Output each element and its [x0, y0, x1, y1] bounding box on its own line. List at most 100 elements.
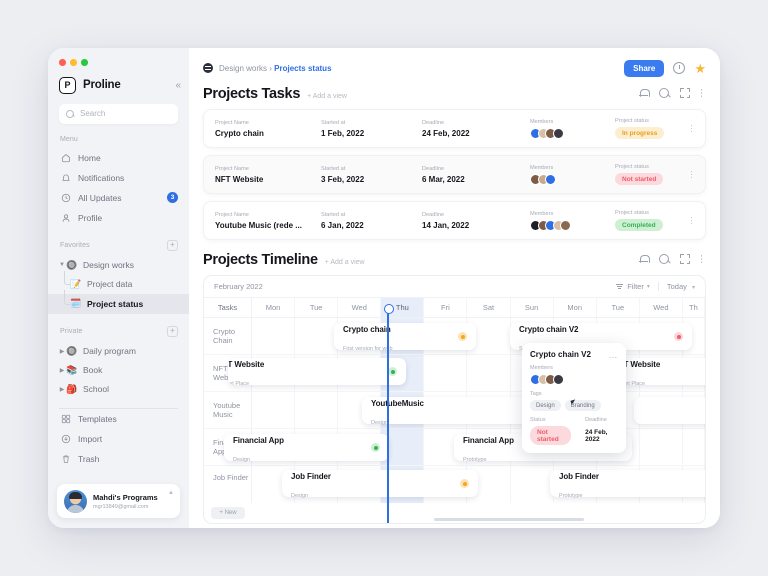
sidebar-item-profile[interactable]: Profile	[48, 208, 189, 228]
timeline-bar[interactable]: Job Finder Design	[282, 470, 478, 499]
member-avatars[interactable]	[530, 173, 615, 185]
templates-icon	[60, 413, 71, 424]
clock-icon[interactable]	[673, 62, 686, 74]
day-header[interactable]: Tue	[597, 298, 640, 317]
timeline-bar-title: Financial App	[233, 435, 284, 445]
table-row[interactable]: Project Name NFT Website Started at 3 Feb,…	[203, 155, 706, 194]
row-menu-icon[interactable]: …	[689, 216, 699, 225]
popover-status-label: Status	[530, 417, 546, 423]
sidebar-item-trash[interactable]: Trash	[48, 449, 189, 469]
more-options-icon[interactable]: …	[698, 254, 709, 264]
sidebar: P Proline « Search Menu Home Notificatio…	[48, 48, 189, 528]
sidebar-item-school[interactable]: ▶ 🎒 School	[48, 380, 189, 399]
day-header[interactable]: Wed	[338, 298, 382, 317]
day-header[interactable]: Th	[683, 298, 705, 317]
task-detail-popover[interactable]: Crypto chain V2 … Members Tags Design Br…	[522, 343, 626, 453]
chevron-right-icon[interactable]: ▶	[58, 367, 66, 374]
day-header[interactable]: Fri	[424, 298, 468, 317]
chevron-right-icon[interactable]: ▶	[58, 386, 66, 393]
day-header[interactable]: Sat	[467, 298, 511, 317]
day-header[interactable]: Mon	[554, 298, 597, 317]
more-options-icon[interactable]: …	[698, 88, 709, 98]
day-header[interactable]: Tue	[295, 298, 339, 317]
member-avatars[interactable]	[530, 219, 615, 231]
timeline-rows: Crypto Chain Crypto chain First version f…	[204, 304, 705, 523]
timeline-bar[interactable]: NFT Website Market Place	[228, 358, 406, 385]
timeline-bar[interactable]: Financial App Design	[224, 434, 389, 463]
expand-icon[interactable]	[680, 88, 690, 98]
sidebar-item-home[interactable]: Home	[48, 148, 189, 168]
expand-icon[interactable]	[680, 254, 690, 264]
deadline-date: 14 Jan, 2022	[422, 220, 470, 230]
proline-logo-icon: P	[59, 76, 76, 94]
sidebar-item-import[interactable]: Import	[48, 429, 189, 449]
chevrons-left-icon[interactable]: «	[175, 80, 180, 91]
star-icon[interactable]: ★	[694, 62, 706, 75]
column-header-members: Members	[530, 118, 554, 125]
filter-button[interactable]: Filter ▾	[616, 282, 659, 291]
member-avatars[interactable]	[530, 127, 615, 139]
user-email: mgr13849@gmail.com	[93, 503, 149, 510]
timeline-bar[interactable]: Job Finder Prototype	[550, 470, 705, 499]
horizontal-scrollbar[interactable]	[434, 518, 584, 521]
maximize-icon[interactable]	[81, 59, 88, 66]
table-row[interactable]: Project Name Youtube Music (rede ... Star…	[203, 201, 706, 240]
bell-icon[interactable]	[639, 88, 650, 98]
row-menu-icon[interactable]: …	[689, 170, 699, 179]
search-icon[interactable]	[659, 254, 669, 264]
day-header[interactable]: Wed	[640, 298, 683, 317]
breadcrumb-current[interactable]: Projects status	[274, 64, 331, 73]
sidebar-item-project-status[interactable]: 🗓️ Project status	[48, 289, 189, 314]
app-window: P Proline « Search Menu Home Notificatio…	[48, 48, 720, 528]
project-status-emoji-icon: 🗓️	[70, 298, 82, 308]
timeline-row: NFT Website NFT WebsiteMarket Place NFT …	[204, 355, 705, 392]
sidebar-item-book[interactable]: ▶ 📚 Book	[48, 361, 189, 380]
today-marker	[384, 304, 393, 523]
add-private-button[interactable]: +	[167, 325, 178, 337]
add-favorite-button[interactable]: +	[167, 239, 178, 251]
user-account-card[interactable]: Mahdi's Programs mgr13849@gmail.com ▲	[57, 484, 180, 518]
user-icon	[60, 212, 71, 223]
timeline-bar-title: Financial App	[463, 435, 514, 445]
search-icon[interactable]	[659, 88, 669, 98]
tasks-section-header: Projects Tasks + Add a view …	[203, 86, 709, 102]
favorites-section-label: Favorites +	[48, 228, 189, 256]
sidebar-item-label: All Updates	[78, 192, 122, 203]
close-icon[interactable]	[59, 59, 66, 66]
sidebar-item-all-updates[interactable]: All Updates 3	[48, 188, 189, 208]
sidebar-item-label: Trash	[78, 453, 100, 464]
minimize-icon[interactable]	[70, 59, 77, 66]
sidebar-item-daily-program[interactable]: ▶ 🔘 Daily program	[48, 342, 189, 361]
bell-icon[interactable]	[639, 254, 650, 264]
popover-menu-icon[interactable]: …	[609, 350, 619, 359]
breadcrumb-separator: ›	[269, 63, 272, 73]
day-header[interactable]: Mon	[252, 298, 296, 317]
chevron-down-icon[interactable]: ▼	[58, 262, 66, 268]
deadline-date: 24 Feb, 2022	[422, 128, 470, 138]
chevron-right-icon[interactable]: ▶	[58, 348, 66, 355]
timeline-bar-title: Job Finder	[291, 471, 331, 481]
popover-member-avatars[interactable]	[530, 374, 618, 385]
timeline-bar[interactable]: Crypto chain First version for web	[334, 323, 476, 352]
chevron-up-icon[interactable]: ▲	[168, 490, 174, 496]
timeline-bar[interactable]	[634, 397, 705, 424]
row-menu-icon[interactable]: …	[689, 124, 699, 133]
add-view-button[interactable]: + Add a view	[307, 93, 347, 100]
day-header[interactable]: Sun	[511, 298, 554, 317]
breadcrumb[interactable]: Design works › Projects status	[219, 64, 332, 73]
column-header-deadline: Deadline	[422, 119, 445, 126]
add-view-button[interactable]: + Add a view	[325, 259, 365, 266]
today-button[interactable]: Today ▾	[659, 282, 695, 291]
filter-icon	[616, 282, 624, 291]
status-badge: Not started	[530, 426, 572, 445]
table-row[interactable]: Project Name Crypto chain Started at 1 Feb…	[203, 109, 706, 148]
updates-count-badge: 3	[167, 192, 178, 203]
sidebar-item-templates[interactable]: Templates	[48, 409, 189, 429]
share-button[interactable]: Share	[624, 59, 665, 77]
tag-chip[interactable]: Design	[530, 400, 561, 411]
status-badge: In progress	[615, 127, 665, 139]
sidebar-item-notifications[interactable]: Notifications	[48, 168, 189, 188]
breadcrumb-root[interactable]: Design works	[219, 64, 267, 73]
search-input[interactable]: Search	[59, 103, 178, 124]
add-new-row-button[interactable]: + New	[211, 507, 245, 519]
